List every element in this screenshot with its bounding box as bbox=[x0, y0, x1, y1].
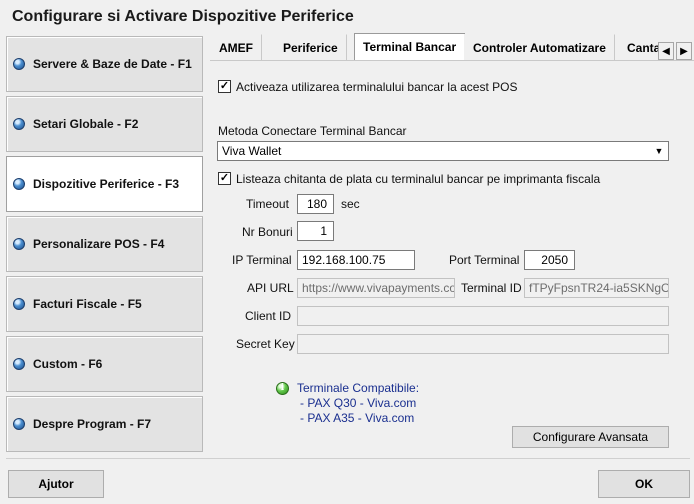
terminal-id-label: Terminal ID bbox=[461, 281, 522, 295]
receipts-count-input[interactable]: 1 bbox=[297, 221, 334, 241]
tab-bar: AMEF Periferice Terminal Bancar Controle… bbox=[210, 33, 694, 61]
footer-divider bbox=[6, 458, 690, 459]
api-url-input[interactable]: https://www.vivapayments.com bbox=[297, 278, 455, 298]
nav-item-label: Dispozitive Periferice - F3 bbox=[33, 177, 180, 191]
tab-terminal-bancar[interactable]: Terminal Bancar bbox=[354, 33, 466, 61]
compatible-terminals-title: Terminale Compatibile: bbox=[297, 381, 420, 395]
ip-terminal-input[interactable]: 192.168.100.75 bbox=[297, 250, 415, 270]
nav-item-pos-personalization[interactable]: Personalizare POS - F4 bbox=[6, 216, 203, 272]
ok-button[interactable]: OK bbox=[598, 470, 690, 498]
tab-panel-border bbox=[210, 60, 694, 61]
globe-icon bbox=[13, 298, 25, 310]
terminal-id-input[interactable]: fTPyFpsnTR24-ia5SKNgON bbox=[524, 278, 669, 298]
client-id-input[interactable] bbox=[297, 306, 669, 326]
tab-scroll-right-icon[interactable]: ▶ bbox=[676, 42, 692, 60]
nav-item-about[interactable]: Despre Program - F7 bbox=[6, 396, 203, 452]
globe-icon bbox=[13, 358, 25, 370]
compatible-terminal-item: - PAX A35 - Viva.com bbox=[300, 411, 415, 425]
globe-icon bbox=[13, 178, 25, 190]
timeout-label: Timeout bbox=[246, 197, 289, 211]
enable-terminal-label: Activeaza utilizarea terminalului bancar… bbox=[236, 80, 518, 94]
timeout-unit: sec bbox=[341, 197, 360, 211]
nav-item-global-settings[interactable]: Setari Globale - F2 bbox=[6, 96, 203, 152]
client-id-label: Client ID bbox=[245, 309, 292, 323]
print-receipt-checkbox[interactable]: ✓ bbox=[218, 172, 231, 185]
nav-item-label: Facturi Fiscale - F5 bbox=[33, 297, 142, 311]
enable-terminal-checkbox[interactable]: ✓ bbox=[218, 80, 231, 93]
timeout-input[interactable]: 180 bbox=[297, 194, 334, 214]
nav-item-label: Personalizare POS - F4 bbox=[33, 237, 165, 251]
nav-item-peripherals[interactable]: Dispozitive Periferice - F3 bbox=[6, 156, 203, 212]
nav-item-custom[interactable]: Custom - F6 bbox=[6, 336, 203, 392]
nav-item-fiscal-invoices[interactable]: Facturi Fiscale - F5 bbox=[6, 276, 203, 332]
help-button[interactable]: Ajutor bbox=[8, 470, 104, 498]
secret-key-input[interactable] bbox=[297, 334, 669, 354]
nav-item-servers[interactable]: Servere & Baze de Date - F1 bbox=[6, 36, 203, 92]
ip-terminal-label: IP Terminal bbox=[232, 253, 292, 267]
connection-method-label: Metoda Conectare Terminal Bancar bbox=[218, 124, 407, 138]
globe-icon bbox=[13, 118, 25, 130]
connection-method-select[interactable]: Viva Wallet ▼ bbox=[217, 141, 669, 161]
receipts-count-label: Nr Bonuri bbox=[242, 225, 293, 239]
tab-controler-automatizare[interactable]: Controler Automatizare bbox=[464, 34, 615, 60]
tab-amef[interactable]: AMEF bbox=[210, 34, 262, 60]
info-icon: i bbox=[276, 382, 289, 395]
port-terminal-label: Port Terminal bbox=[449, 253, 520, 267]
connection-method-value: Viva Wallet bbox=[222, 144, 282, 158]
nav-item-label: Setari Globale - F2 bbox=[33, 117, 139, 131]
tab-periferice[interactable]: Periferice bbox=[274, 34, 347, 60]
nav-item-label: Servere & Baze de Date - F1 bbox=[33, 57, 192, 71]
globe-icon bbox=[13, 418, 25, 430]
api-url-label: API URL bbox=[247, 281, 294, 295]
window-title: Configurare si Activare Dispozitive Peri… bbox=[12, 8, 354, 25]
port-terminal-input[interactable]: 2050 bbox=[524, 250, 575, 270]
globe-icon bbox=[13, 58, 25, 70]
chevron-down-icon[interactable]: ▼ bbox=[651, 143, 667, 159]
advanced-config-button[interactable]: Configurare Avansata bbox=[512, 426, 669, 448]
tab-scroll-left-icon[interactable]: ◀ bbox=[658, 42, 674, 60]
nav-item-label: Despre Program - F7 bbox=[33, 417, 152, 431]
compatible-terminal-item: - PAX Q30 - Viva.com bbox=[300, 396, 417, 410]
print-receipt-label: Listeaza chitanta de plata cu terminalul… bbox=[236, 172, 601, 186]
secret-key-label: Secret Key bbox=[236, 337, 295, 351]
nav-item-label: Custom - F6 bbox=[33, 357, 103, 371]
globe-icon bbox=[13, 238, 25, 250]
